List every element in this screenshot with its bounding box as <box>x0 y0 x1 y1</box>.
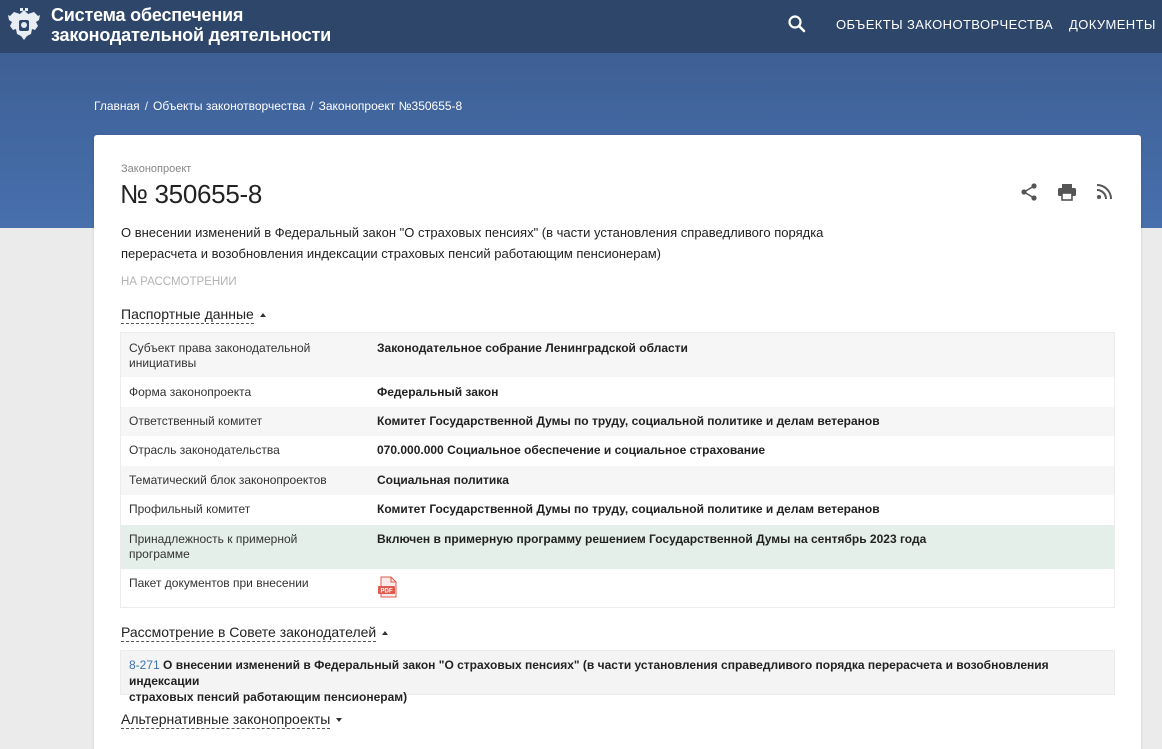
row-value: Законодательное собрание Ленинградской о… <box>377 341 688 355</box>
site-title-line2: законодательной деятельности <box>51 25 332 45</box>
pdf-icon[interactable]: PDF <box>377 576 399 598</box>
breadcrumb-home[interactable]: Главная <box>94 99 140 113</box>
table-row: Тематический блок законопроектов Социаль… <box>121 466 1114 495</box>
council-section-title: Рассмотрение в Совете законодателей <box>121 624 377 642</box>
council-item-title: О внесении изменений в Федеральный закон… <box>129 658 1049 688</box>
status-badge: НА РАССМОТРЕНИИ <box>121 276 237 288</box>
caret-up-icon <box>382 631 389 636</box>
council-item-title-cont: страховых пенсий работающим пенсионерам) <box>129 690 408 704</box>
coat-of-arms-icon[interactable] <box>6 6 42 44</box>
rss-icon[interactable] <box>1094 182 1114 202</box>
share-icon[interactable] <box>1019 182 1039 202</box>
table-row: Субъект права законодательной инициативы… <box>121 333 1114 377</box>
table-row: Пакет документов при внесении PDF <box>121 569 1114 607</box>
breadcrumb-separator: / <box>310 99 314 113</box>
breadcrumb-current: Законопроект №350655-8 <box>318 99 463 113</box>
search-icon[interactable] <box>787 14 807 34</box>
table-row: Форма законопроекта Федеральный закон <box>121 377 1114 407</box>
row-value: Социальная политика <box>377 473 509 487</box>
alternatives-section-title: Альтернативные законопроекты <box>121 711 331 729</box>
breadcrumb-objects[interactable]: Объекты законотворчества <box>153 99 305 113</box>
breadcrumb-separator: / <box>144 99 149 113</box>
row-value: Комитет Государственной Думы по труду, с… <box>377 414 880 428</box>
row-label: Пакет документов при внесении <box>129 576 309 590</box>
table-row: Отрасль законодательства 070.000.000 Соц… <box>121 436 1114 466</box>
council-section-toggle[interactable]: Рассмотрение в Совете законодателей <box>121 624 389 642</box>
row-label: Тематический блок законопроектов <box>129 473 327 487</box>
row-value: Федеральный закон <box>377 385 499 399</box>
nav-link-documents[interactable]: ДОКУМЕНТЫ <box>1069 17 1156 32</box>
passport-section-title: Паспортные данные <box>121 306 254 324</box>
bill-number: № 350655-8 <box>120 179 262 209</box>
passport-section-toggle[interactable]: Паспортные данные <box>121 306 266 324</box>
row-label-line: инициативы <box>129 356 197 370</box>
row-label: Принадлежность к примерной программе <box>129 532 329 562</box>
row-label-line: программе <box>129 547 190 561</box>
bill-card: Законопроект № 350655-8 О внесении измен… <box>94 135 1141 749</box>
caret-up-icon <box>259 313 266 318</box>
site-title-line1: Система обеспечения <box>51 5 244 25</box>
row-label: Форма законопроекта <box>129 385 252 399</box>
row-value: 070.000.000 Социальное обеспечение и соц… <box>377 443 766 457</box>
table-row-highlighted: Принадлежность к примерной программе Вкл… <box>121 525 1114 569</box>
print-icon[interactable] <box>1057 182 1077 202</box>
nav-link-objects[interactable]: ОБЪЕКТЫ ЗАКОНОТВОРЧЕСТВА <box>836 17 1053 32</box>
caret-down-icon <box>336 718 343 723</box>
alternatives-section-toggle[interactable]: Альтернативные законопроекты <box>121 711 343 729</box>
row-value: Комитет Государственной Думы по труду, с… <box>377 502 880 516</box>
breadcrumb: Главная / Объекты законотворчества / Законоп… <box>94 99 462 113</box>
svg-text:PDF: PDF <box>381 589 393 595</box>
top-bar: Система обеспечения законодательной деят… <box>0 0 1162 53</box>
bill-kind: Законопроект <box>121 163 192 175</box>
row-label: Ответственный комитет <box>129 414 263 428</box>
row-label: Профильный комитет <box>129 502 251 516</box>
council-item: 8-271 О внесении изменений в Федеральный… <box>120 650 1115 704</box>
table-row: Профильный комитет Комитет Государственн… <box>121 495 1114 525</box>
council-item-link[interactable]: 8-271 <box>129 658 160 672</box>
table-row: Ответственный комитет Комитет Государств… <box>121 407 1114 436</box>
row-label-line: Принадлежность к примерной <box>129 532 298 546</box>
row-label: Субъект права законодательной инициативы <box>129 341 329 371</box>
bill-description: О внесении изменений в Федеральный закон… <box>121 222 851 264</box>
row-value: Включен в примерную программу решением Г… <box>377 532 927 546</box>
row-label: Отрасль законодательства <box>129 443 280 457</box>
passport-table: Субъект права законодательной инициативы… <box>120 332 1115 608</box>
council-item-line1: 8-271 О внесении изменений в Федеральный… <box>129 657 1106 689</box>
bill-description-line2: перерасчета и возобновления индексации с… <box>121 246 661 261</box>
row-label-line: Субъект права законодательной <box>129 341 311 355</box>
bill-description-line1: О внесении изменений в Федеральный закон… <box>121 225 824 240</box>
site-title[interactable]: Система обеспечения законодательной деят… <box>51 5 331 45</box>
